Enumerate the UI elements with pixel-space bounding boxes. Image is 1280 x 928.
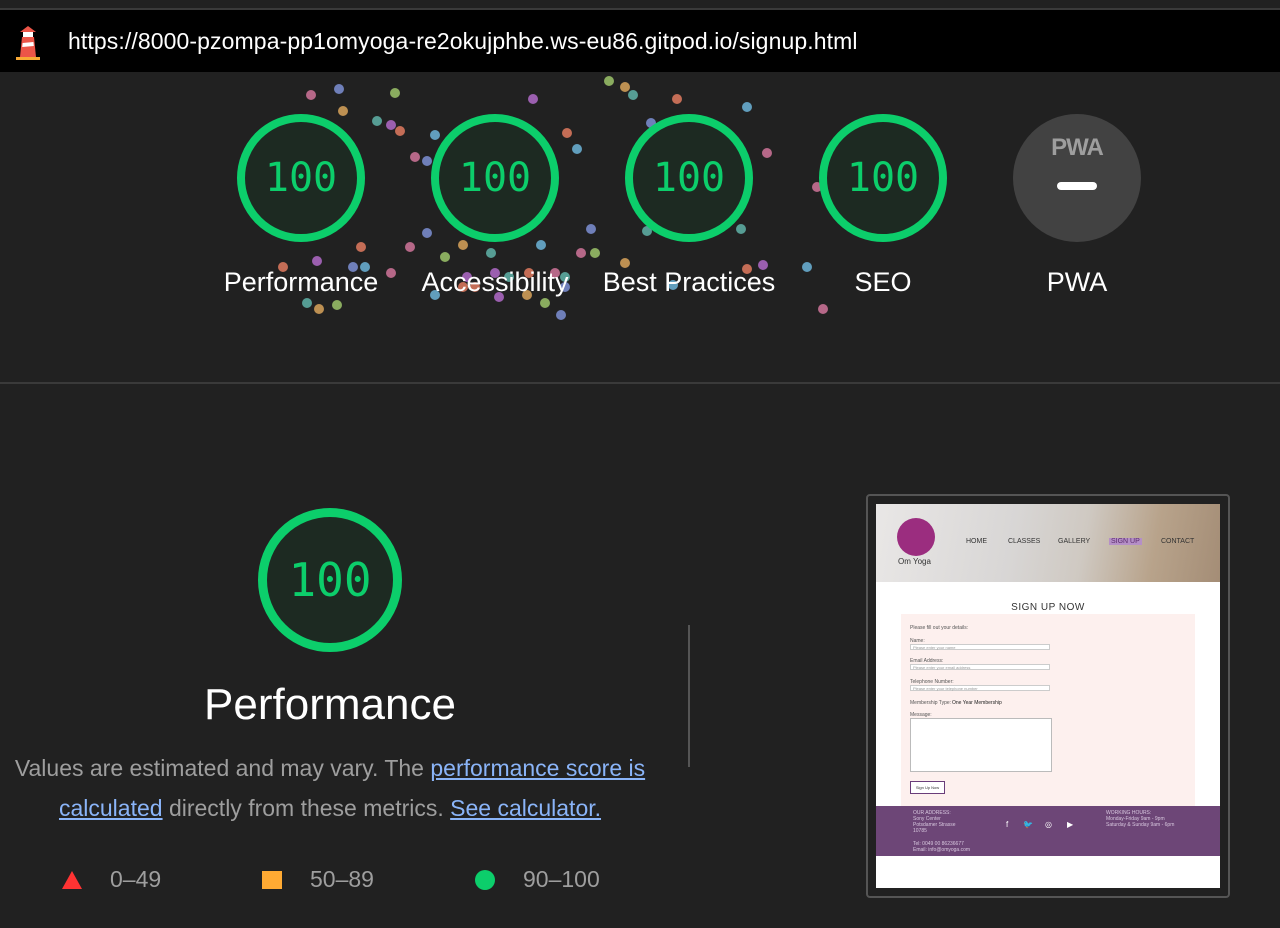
pwa-label: PWA bbox=[1046, 267, 1108, 297]
facebook-icon: f bbox=[1006, 820, 1009, 829]
confetti-dot bbox=[628, 90, 638, 100]
report-url-bar: https://8000-pzompa-pp1omyoga-re2okujphb… bbox=[0, 10, 1280, 72]
footer-address: OUR ADDRESS: Sony Center Potsdamer Stras… bbox=[913, 810, 956, 834]
confetti-dot bbox=[586, 224, 596, 234]
site-header: Om Yoga HOME CLASSES GALLERY SIGN UP CON… bbox=[876, 504, 1220, 582]
pwa-badge-text: PWA bbox=[1051, 134, 1104, 161]
confetti-dot bbox=[590, 248, 600, 258]
footer-contact: Tel: 0049 00 86236677 Email: info@omyoga… bbox=[913, 841, 971, 853]
square-average-icon bbox=[262, 871, 282, 889]
performance-score-value: 100 bbox=[288, 553, 372, 607]
confetti-dot bbox=[672, 94, 682, 104]
confetti-dot bbox=[742, 102, 752, 112]
performance-title: Performance bbox=[204, 680, 456, 729]
performance-score-gauge: 100 bbox=[258, 508, 402, 652]
pwa-badge-gauge[interactable]: PWA bbox=[1013, 114, 1141, 242]
confetti-dot bbox=[620, 82, 630, 92]
twitter-icon: 🐦 bbox=[1023, 820, 1033, 829]
confetti-dot bbox=[576, 248, 586, 258]
category-gauge-0[interactable]: 100 bbox=[237, 114, 365, 242]
site-logo-text: Om Yoga bbox=[898, 557, 931, 566]
lighthouse-icon bbox=[16, 26, 40, 60]
category-gauge-1[interactable]: 100 bbox=[431, 114, 559, 242]
report-url[interactable]: https://8000-pzompa-pp1omyoga-re2okujphb… bbox=[68, 28, 858, 55]
category-score-3: 100 bbox=[846, 155, 920, 201]
confetti-dot bbox=[604, 76, 614, 86]
see-calculator-link[interactable]: See calculator. bbox=[450, 795, 601, 821]
membership-select: One Year Membership bbox=[952, 700, 1002, 706]
category-label-0: Performance bbox=[223, 267, 379, 297]
signup-form: Please fill out your details: Name: Plea… bbox=[901, 614, 1195, 806]
confetti-dot bbox=[372, 116, 382, 126]
nav-signup: SIGN UP bbox=[1109, 538, 1142, 545]
confetti-dot bbox=[562, 128, 572, 138]
category-label-1: Accessibility bbox=[421, 267, 569, 297]
confetti-dot bbox=[818, 304, 828, 314]
message-field bbox=[910, 718, 1052, 772]
final-screenshot: Om Yoga HOME CLASSES GALLERY SIGN UP CON… bbox=[876, 504, 1220, 888]
confetti-dot bbox=[572, 144, 582, 154]
confetti-dot bbox=[762, 148, 772, 158]
confetti-dot bbox=[422, 228, 432, 238]
nav-contact: CONTACT bbox=[1161, 538, 1195, 545]
legend-average-range: 50–89 bbox=[310, 866, 374, 892]
nav-home: HOME bbox=[966, 538, 987, 545]
window-top-edge bbox=[0, 0, 1280, 10]
email-field: Please enter your email address bbox=[910, 664, 1050, 670]
confetti-dot bbox=[528, 94, 538, 104]
confetti-dot bbox=[356, 242, 366, 252]
category-score-2: 100 bbox=[652, 155, 726, 201]
confetti-dot bbox=[306, 90, 316, 100]
confetti-dot bbox=[422, 156, 432, 166]
confetti-dot bbox=[395, 126, 405, 136]
form-intro: Please fill out your details: bbox=[910, 625, 969, 631]
confetti-dot bbox=[440, 252, 450, 262]
category-gauge-2[interactable]: 100 bbox=[625, 114, 753, 242]
pwa-dash-icon bbox=[1057, 182, 1097, 190]
category-score-1: 100 bbox=[458, 155, 532, 201]
nav-gallery: GALLERY bbox=[1058, 538, 1091, 545]
membership-label: Membership Type: bbox=[910, 700, 952, 706]
legend-fail-range: 0–49 bbox=[110, 866, 162, 892]
confetti-dot bbox=[556, 310, 566, 320]
phone-field: Please enter your telephone number bbox=[910, 685, 1050, 691]
vertical-separator bbox=[688, 625, 690, 767]
confetti-dot bbox=[405, 242, 415, 252]
nav-classes: CLASSES bbox=[1008, 538, 1041, 545]
footer-hours: WORKING HOURS: Monday-Friday 9am - 9pm S… bbox=[1106, 810, 1175, 828]
category-score-0: 100 bbox=[264, 155, 338, 201]
circle-pass-icon bbox=[475, 870, 495, 890]
instagram-icon: ◎ bbox=[1045, 820, 1052, 829]
section-divider bbox=[0, 382, 1280, 384]
description-text-1: Values are estimated and may vary. The bbox=[14, 755, 431, 781]
site-footer: OUR ADDRESS: Sony Center Potsdamer Stras… bbox=[876, 806, 1220, 856]
confetti-dot bbox=[386, 120, 396, 130]
lotus-logo-icon bbox=[897, 518, 935, 556]
performance-description: Values are estimated and may vary. The p… bbox=[0, 748, 660, 828]
category-label-2: Best Practices bbox=[602, 267, 776, 297]
confetti-dot bbox=[390, 88, 400, 98]
confetti-dot bbox=[338, 106, 348, 116]
category-label-3: SEO bbox=[854, 267, 912, 297]
confetti-dot bbox=[536, 240, 546, 250]
confetti-dot bbox=[410, 152, 420, 162]
description-text-2: directly from these metrics. bbox=[162, 795, 451, 821]
triangle-fail-icon bbox=[62, 871, 82, 889]
confetti-dot bbox=[458, 240, 468, 250]
youtube-icon: ▶ bbox=[1067, 820, 1074, 829]
signup-submit-button: Sign Up Now bbox=[910, 781, 945, 794]
name-field: Please enter your name bbox=[910, 644, 1050, 650]
legend-pass-range: 90–100 bbox=[523, 866, 600, 892]
confetti-dot bbox=[334, 84, 344, 94]
confetti-dot bbox=[486, 248, 496, 258]
signup-heading: SIGN UP NOW bbox=[1011, 602, 1085, 613]
confetti-dot bbox=[314, 304, 324, 314]
category-gauge-3[interactable]: 100 bbox=[819, 114, 947, 242]
